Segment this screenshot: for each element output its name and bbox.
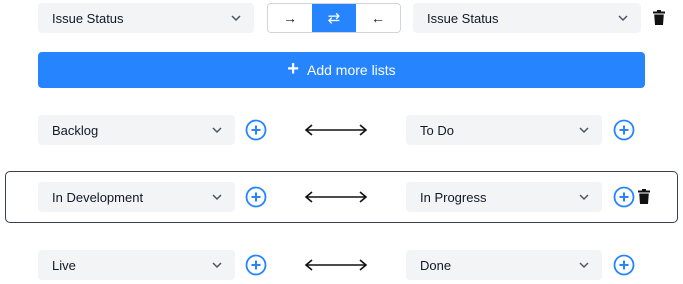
chevron-down-icon <box>212 262 222 269</box>
direction-both-button[interactable]: ⇄ <box>312 4 356 32</box>
mapping-right-value: In Progress <box>420 189 487 205</box>
left-list-select[interactable]: Issue Status <box>38 3 254 33</box>
add-right-status-icon[interactable] <box>613 186 635 208</box>
mapping-right-value: Done <box>420 257 452 273</box>
right-list-select[interactable]: Issue Status <box>413 3 641 33</box>
bidirectional-arrow-icon <box>304 259 368 271</box>
direction-right-button[interactable]: → <box>268 4 312 32</box>
mapping-right-select[interactable]: Done <box>406 250 602 280</box>
add-left-status-icon[interactable] <box>245 186 267 208</box>
direction-left-button[interactable]: ← <box>356 4 400 32</box>
trash-icon[interactable] <box>653 10 665 25</box>
chevron-down-icon <box>212 194 222 201</box>
mapping-right-value: To Do <box>420 122 454 138</box>
add-more-lists-label: Add more lists <box>306 62 396 78</box>
mapping-left-value: Backlog <box>52 122 99 138</box>
bidirectional-arrows-icon: ⇄ <box>327 10 341 27</box>
direction-toggle: → ⇄ ← <box>267 3 401 33</box>
add-right-status-icon[interactable] <box>613 254 635 276</box>
bidirectional-arrow-icon <box>304 191 368 203</box>
mapping-left-value: Live <box>52 257 76 273</box>
add-right-status-icon[interactable] <box>613 119 635 141</box>
mapping-right-select[interactable]: In Progress <box>406 182 602 212</box>
add-left-status-icon[interactable] <box>245 119 267 141</box>
chevron-down-icon <box>231 15 241 22</box>
arrow-left-icon: ← <box>371 10 385 26</box>
mapping-left-value: In Development <box>52 189 144 205</box>
right-list-select-value: Issue Status <box>427 10 499 26</box>
chevron-down-icon <box>579 127 589 134</box>
mapping-right-select[interactable]: To Do <box>406 115 602 145</box>
arrow-right-icon: → <box>283 10 297 26</box>
plus-icon: + <box>287 58 299 80</box>
left-list-select-value: Issue Status <box>52 10 124 26</box>
chevron-down-icon <box>579 194 589 201</box>
bidirectional-arrow-icon <box>304 124 368 136</box>
chevron-down-icon <box>618 15 628 22</box>
add-more-lists-button[interactable]: + Add more lists <box>38 52 645 88</box>
chevron-down-icon <box>579 262 589 269</box>
mapping-left-select[interactable]: Backlog <box>38 115 235 145</box>
chevron-down-icon <box>212 127 222 134</box>
add-left-status-icon[interactable] <box>245 254 267 276</box>
trash-icon[interactable] <box>638 189 650 204</box>
mapping-left-select[interactable]: In Development <box>38 182 235 212</box>
mapping-left-select[interactable]: Live <box>38 250 235 280</box>
